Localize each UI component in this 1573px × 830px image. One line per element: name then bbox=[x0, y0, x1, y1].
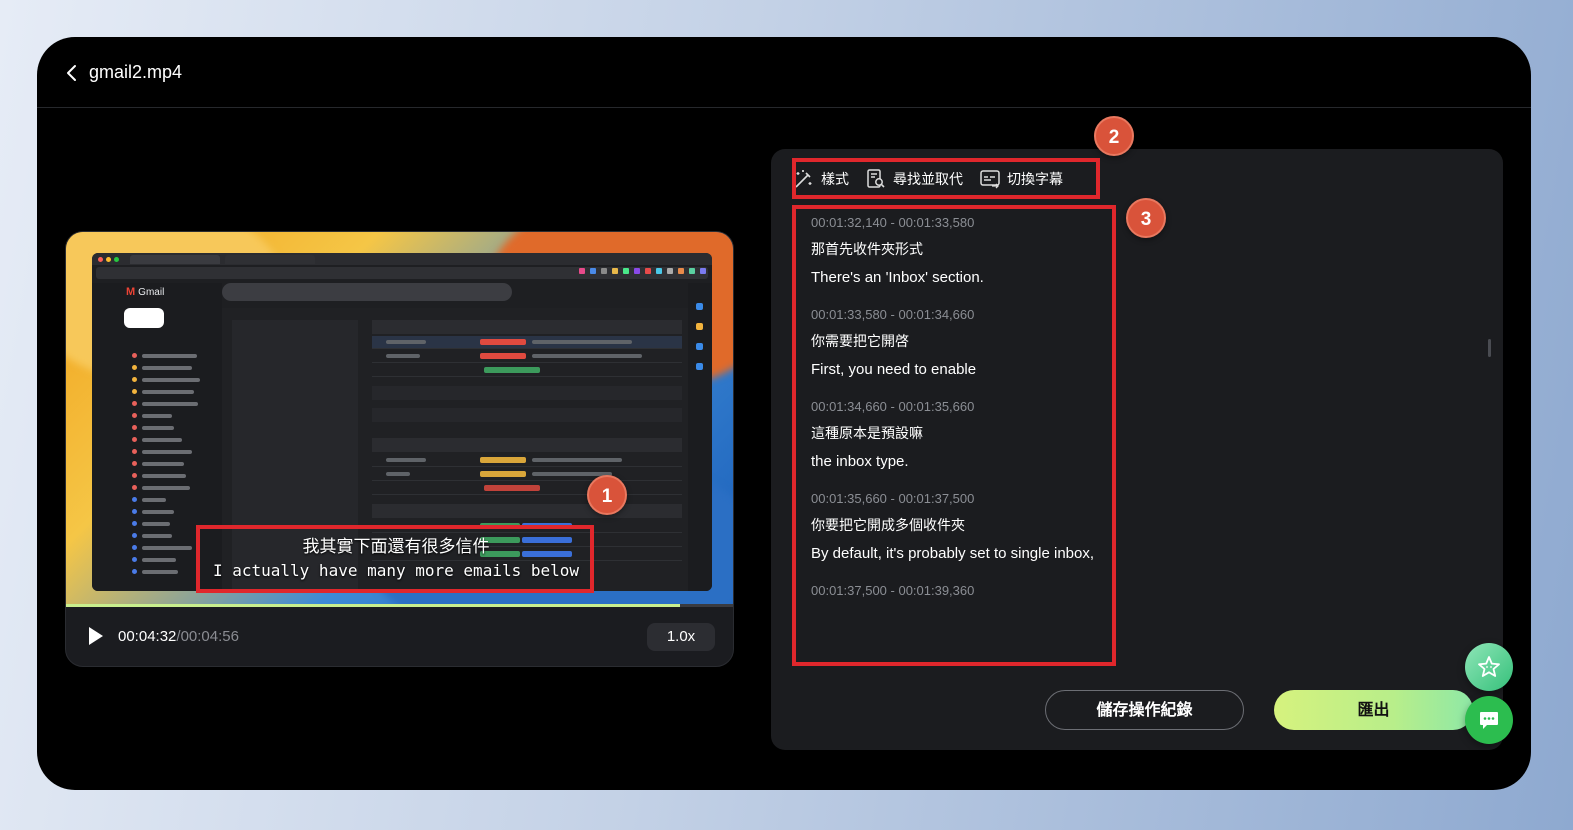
subtitle-timestamp: 00:01:34,660 - 00:01:35,660 bbox=[811, 399, 975, 414]
subtitle-entry[interactable]: 00:01:35,660 - 00:01:37,500 你要把它開成多個收件夾 … bbox=[811, 485, 1111, 567]
style-label: 樣式 bbox=[821, 171, 849, 187]
subtitle-timestamp: 00:01:37,500 - 00:01:39,360 bbox=[811, 583, 975, 598]
gmail-search-bar bbox=[222, 283, 512, 301]
subtitle-text-zh[interactable]: 你需要把它開啓 bbox=[811, 329, 1111, 356]
subtitle-timestamp: 00:01:35,660 - 00:01:37,500 bbox=[811, 491, 975, 506]
gmail-compose bbox=[124, 308, 164, 328]
file-title: gmail2.mp4 bbox=[89, 62, 183, 82]
find-replace-button[interactable]: 尋找並取代 bbox=[865, 168, 963, 190]
switch-subtitle-label: 切換字幕 bbox=[1007, 171, 1063, 187]
current-time: 00:04:32 bbox=[118, 628, 177, 645]
subtitle-switch-icon bbox=[980, 170, 1000, 189]
subtitle-overlay-zh: 我其實下面還有很多信件 bbox=[302, 537, 490, 557]
progress-fill bbox=[66, 604, 680, 607]
video-frame[interactable]: M Gmail 我其實下面還有很多信件 I actually have many… bbox=[66, 232, 733, 606]
export-button[interactable]: 匯出 bbox=[1274, 690, 1473, 730]
subtitle-scrollbar[interactable] bbox=[1488, 339, 1491, 357]
annotation-badge-2: 2 bbox=[1094, 116, 1134, 156]
subtitle-overlay-en: I actually have many more emails below bbox=[212, 561, 580, 580]
subtitle-text-en[interactable]: By default, it's probably set to single … bbox=[811, 540, 1111, 567]
style-button[interactable]: 樣式 bbox=[793, 168, 849, 190]
subtitle-list[interactable]: 00:01:32,140 - 00:01:33,580 那首先收件夾形式 The… bbox=[811, 209, 1111, 661]
annotation-badge-1: 1 bbox=[587, 475, 627, 515]
gmail-logo: M Gmail bbox=[126, 286, 165, 298]
find-replace-icon bbox=[867, 169, 885, 188]
subtitle-timestamp: 00:01:32,140 - 00:01:33,580 bbox=[811, 215, 975, 230]
gmail-rail bbox=[92, 283, 118, 591]
rating-button[interactable] bbox=[1465, 643, 1513, 691]
app-window: gmail2.mp4 M Gmail 我其實下面還有很多信件 I actuall… bbox=[37, 37, 1531, 790]
window-minimize-dot bbox=[106, 256, 111, 262]
subtitle-toolbar: 樣式 尋找並取代 切換字幕 bbox=[793, 161, 1069, 197]
browser-tab bbox=[130, 254, 220, 264]
header-bar: gmail2.mp4 bbox=[37, 37, 1531, 108]
progress-bar[interactable] bbox=[66, 604, 733, 607]
subtitle-entry[interactable]: 00:01:32,140 - 00:01:33,580 那首先收件夾形式 The… bbox=[811, 209, 1111, 291]
subtitle-entry[interactable]: 00:01:33,580 - 00:01:34,660 你需要把它開啓 Firs… bbox=[811, 301, 1111, 383]
find-replace-label: 尋找並取代 bbox=[893, 171, 963, 187]
play-icon[interactable] bbox=[84, 625, 106, 647]
subtitle-entry[interactable]: 00:01:34,660 - 00:01:35,660 這種原本是預設嘛 the… bbox=[811, 393, 1111, 475]
subtitle-text-zh[interactable]: 那首先收件夾形式 bbox=[811, 237, 1111, 264]
subtitle-overlay: 我其實下面還有很多信件 I actually have many more em… bbox=[196, 534, 596, 582]
subtitle-entry[interactable]: 00:01:37,500 - 00:01:39,360 bbox=[811, 577, 1111, 605]
chat-button[interactable] bbox=[1465, 696, 1513, 744]
magic-wand-icon bbox=[795, 170, 812, 188]
video-player: M Gmail 我其實下面還有很多信件 I actually have many… bbox=[65, 231, 734, 667]
window-close-dot bbox=[98, 256, 103, 262]
subtitle-text-en[interactable]: the inbox type. bbox=[811, 448, 1111, 475]
browser-tab-bar bbox=[92, 253, 712, 265]
save-history-button[interactable]: 儲存操作紀錄 bbox=[1045, 690, 1244, 730]
switch-subtitle-button[interactable]: 切換字幕 bbox=[979, 168, 1063, 190]
subtitle-text-en[interactable]: First, you need to enable bbox=[811, 356, 1111, 383]
subtitle-panel: 樣式 尋找並取代 切換字幕 00:01:32,140 - 00:01:33,58… bbox=[771, 149, 1503, 750]
playback-speed-button[interactable]: 1.0x bbox=[647, 623, 715, 651]
subtitle-text-zh[interactable]: 這種原本是預設嘛 bbox=[811, 421, 1111, 448]
chevron-left-icon[interactable] bbox=[65, 64, 79, 82]
total-time: 00:04:56 bbox=[180, 628, 239, 645]
chat-bubble-icon bbox=[1480, 712, 1498, 729]
subtitle-text-zh[interactable]: 你要把它開成多個收件夾 bbox=[811, 513, 1111, 540]
browser-extensions bbox=[579, 268, 706, 274]
window-zoom-dot bbox=[114, 256, 119, 262]
time-display: 00:04:32/00:04:56 bbox=[118, 628, 239, 645]
subtitle-timestamp: 00:01:33,580 - 00:01:34,660 bbox=[811, 307, 975, 322]
subtitle-text-en[interactable]: There's an 'Inbox' section. bbox=[811, 264, 1111, 291]
gmail-right-rail bbox=[688, 283, 712, 591]
star-face-icon bbox=[1478, 656, 1500, 677]
annotation-badge-3: 3 bbox=[1126, 198, 1166, 238]
browser-tab bbox=[225, 254, 315, 264]
